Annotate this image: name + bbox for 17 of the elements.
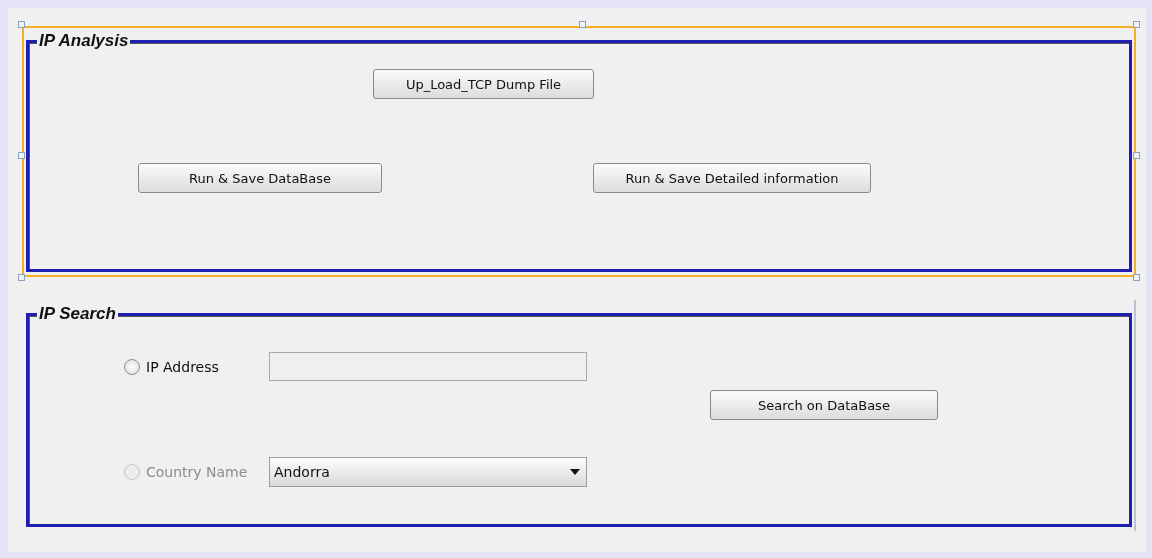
- radio-button[interactable]: [124, 358, 140, 375]
- resize-handle[interactable]: [1133, 274, 1140, 281]
- resize-handle[interactable]: [18, 21, 25, 28]
- radio-label: Country Name: [146, 463, 248, 480]
- dropdown-arrow-icon: [570, 468, 580, 475]
- run-save-details-button[interactable]: Run & Save Detailed information: [593, 163, 871, 193]
- resize-handle[interactable]: [579, 21, 586, 28]
- run-save-database-button[interactable]: Run & Save DataBase: [138, 163, 382, 193]
- ip-address-field[interactable]: [269, 352, 587, 381]
- resize-handle[interactable]: [1133, 21, 1140, 28]
- resize-handle[interactable]: [18, 274, 25, 281]
- resize-handle[interactable]: [18, 151, 25, 159]
- upload-button[interactable]: Up_Load_TCP Dump File: [373, 69, 594, 99]
- search-button[interactable]: Search on DataBase: [710, 390, 938, 420]
- radio-label: IP Address: [146, 358, 219, 375]
- group-title: IP Analysis: [37, 32, 131, 51]
- resize-handle[interactable]: [1133, 151, 1140, 159]
